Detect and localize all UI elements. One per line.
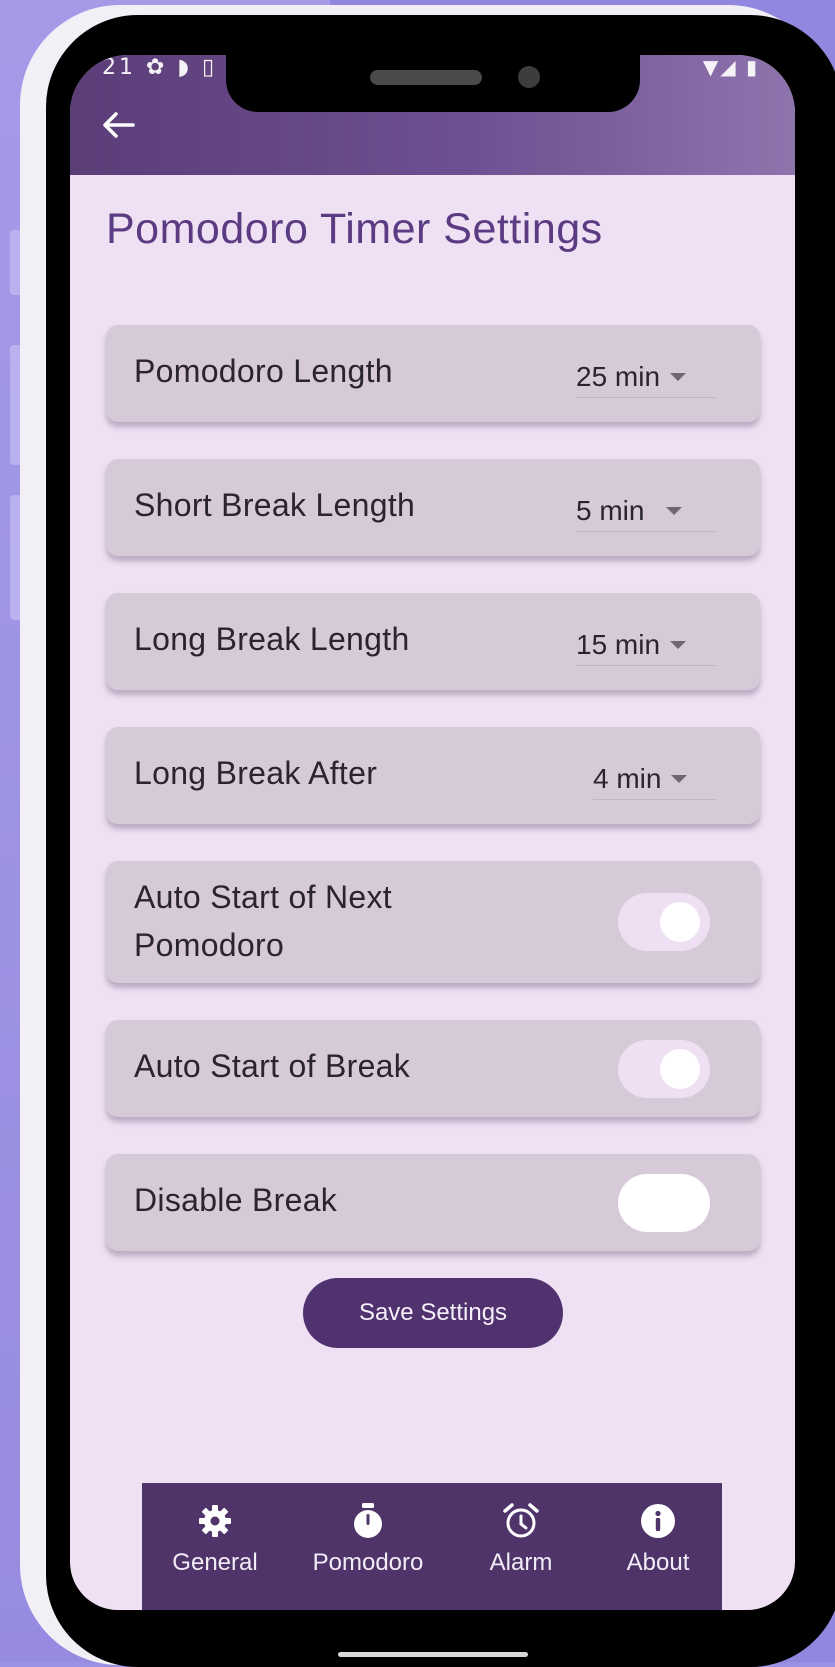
nav-label: Alarm bbox=[489, 1549, 553, 1576]
auto-start-next-pomodoro-toggle[interactable] bbox=[618, 893, 710, 951]
nav-item-pomodoro[interactable]: Pomodoro bbox=[288, 1483, 448, 1610]
setting-label: Long Break After bbox=[134, 755, 378, 791]
setting-label: Disable Break bbox=[134, 1182, 338, 1218]
setting-label: Long Break Length bbox=[134, 621, 410, 657]
setting-card-auto-start-next-pomodoro: Auto Start of Next Pomodoro bbox=[106, 861, 760, 983]
setting-card-disable-break: Disable Break bbox=[106, 1154, 760, 1251]
status-bar-right: ▼◢ ▮ bbox=[702, 55, 759, 79]
disable-break-toggle[interactable] bbox=[618, 1174, 710, 1232]
long-break-length-dropdown[interactable]: 15 min bbox=[576, 625, 716, 666]
setting-card-short-break-length: Short Break Length 5 min bbox=[106, 459, 760, 556]
dropdown-value: 15 min bbox=[576, 629, 661, 660]
dropdown-value: 4 min bbox=[593, 763, 662, 794]
setting-card-pomodoro-length: Pomodoro Length 25 min bbox=[106, 325, 760, 422]
caret-down-icon bbox=[670, 641, 687, 649]
nav-item-alarm[interactable]: Alarm bbox=[448, 1483, 594, 1610]
setting-label: Short Break Length bbox=[134, 487, 416, 523]
gear-icon bbox=[195, 1501, 235, 1541]
setting-label-line1: Auto Start of Next bbox=[134, 879, 392, 915]
phone-screen: 21 ✿ ◗ ▯ ▼◢ ▮ Pomodoro Timer Settings Po… bbox=[70, 55, 795, 1610]
setting-card-long-break-length: Long Break Length 15 min bbox=[106, 593, 760, 690]
phone-speaker bbox=[370, 70, 482, 85]
setting-label: Auto Start of Break bbox=[134, 1048, 411, 1084]
phone-camera bbox=[518, 66, 540, 88]
toggle-knob bbox=[626, 1183, 666, 1223]
nav-label: Pomodoro bbox=[312, 1549, 424, 1576]
long-break-after-dropdown[interactable]: 4 min bbox=[593, 759, 716, 800]
caret-down-icon bbox=[666, 507, 683, 515]
setting-card-auto-start-break: Auto Start of Break bbox=[106, 1020, 760, 1117]
caret-down-icon bbox=[670, 373, 687, 381]
save-settings-button[interactable]: Save Settings bbox=[303, 1278, 563, 1348]
page-title: Pomodoro Timer Settings bbox=[106, 205, 603, 253]
status-bar-left: 21 ✿ ◗ ▯ bbox=[102, 55, 218, 80]
arrow-left-icon bbox=[103, 112, 135, 138]
setting-label-line2: Pomodoro bbox=[134, 927, 285, 963]
auto-start-break-toggle[interactable] bbox=[618, 1040, 710, 1098]
dropdown-value: 5 min bbox=[576, 495, 645, 526]
alarm-clock-icon bbox=[501, 1501, 541, 1541]
nav-item-about[interactable]: About bbox=[594, 1483, 722, 1610]
setting-label: Pomodoro Length bbox=[134, 353, 393, 389]
setting-card-long-break-after: Long Break After 4 min bbox=[106, 727, 760, 824]
nav-label: About bbox=[626, 1549, 690, 1576]
stopwatch-icon bbox=[348, 1501, 388, 1541]
home-indicator bbox=[338, 1652, 528, 1657]
nav-label: General bbox=[172, 1549, 258, 1576]
caret-down-icon bbox=[671, 775, 688, 783]
dropdown-value: 25 min bbox=[576, 361, 661, 392]
info-icon bbox=[638, 1501, 678, 1541]
toggle-knob bbox=[660, 1049, 700, 1089]
bottom-navigation: General Pomodoro Alarm About bbox=[142, 1483, 722, 1610]
pomodoro-length-dropdown[interactable]: 25 min bbox=[576, 357, 716, 398]
toggle-knob bbox=[660, 902, 700, 942]
nav-item-general[interactable]: General bbox=[142, 1483, 288, 1610]
short-break-length-dropdown[interactable]: 5 min bbox=[576, 491, 716, 532]
back-button[interactable] bbox=[98, 105, 138, 145]
